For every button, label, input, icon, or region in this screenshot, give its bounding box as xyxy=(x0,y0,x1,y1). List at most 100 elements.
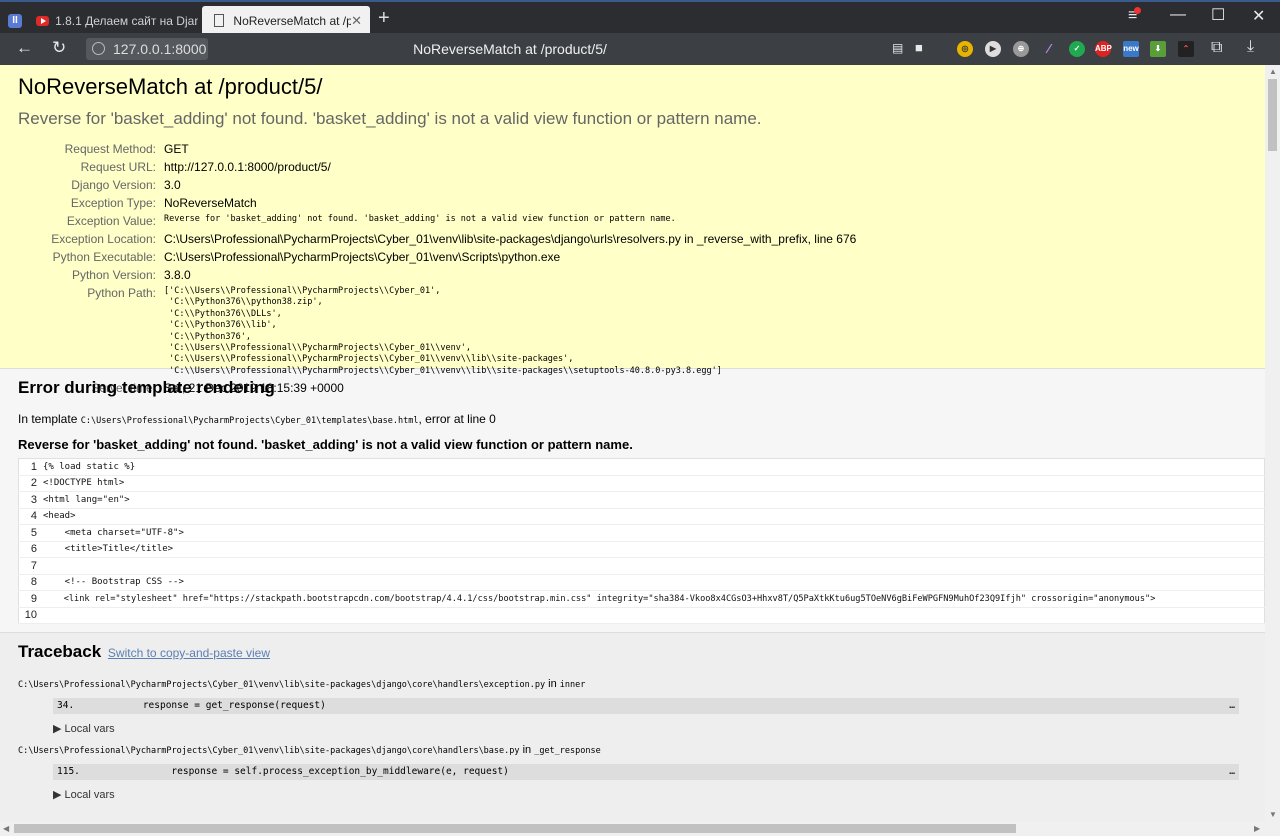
line-number: 9 xyxy=(18,590,43,608)
expand-context-icon[interactable]: … xyxy=(1229,764,1235,780)
frame-indent xyxy=(74,700,143,711)
local-vars-toggle[interactable]: ▶ Local vars xyxy=(53,722,1247,735)
reader-mode-icon[interactable]: ▤ xyxy=(892,41,903,55)
line-code: <!DOCTYPE html> xyxy=(43,475,1265,492)
new-badge-icon[interactable]: new xyxy=(1123,41,1139,57)
adblock-icon[interactable]: ABP xyxy=(1095,41,1112,57)
tab-title: NoReverseMatch at /product xyxy=(233,13,352,28)
error-heading: NoReverseMatch at /product/5/ xyxy=(18,74,323,99)
frame-header: C:\Users\Professional\PycharmProjects\Cy… xyxy=(18,744,1247,756)
exception-message: Reverse for 'basket_adding' not found. '… xyxy=(18,109,762,128)
vertical-scrollbar[interactable]: ▲ ▼ xyxy=(1265,65,1280,821)
bookmark-icon[interactable]: ■ xyxy=(915,40,923,55)
frame-context-line[interactable]: 34. response = get_response(request)… xyxy=(53,698,1239,714)
source-line: 6 <title>Title</title> xyxy=(18,541,1265,558)
frame-file-path: C:\Users\Professional\PycharmProjects\Cy… xyxy=(18,746,520,756)
info-row: Django Version: 3.0 xyxy=(26,177,856,195)
scroll-up-icon[interactable]: ▲ xyxy=(1269,67,1277,76)
vertical-scroll-thumb[interactable] xyxy=(1268,79,1277,151)
sidebar-toggle-button[interactable]: II xyxy=(6,6,24,35)
info-label: Python Path: xyxy=(87,286,156,300)
minimize-icon[interactable]: — xyxy=(1170,6,1186,24)
traceback-section: Traceback Switch to copy-and-paste view … xyxy=(0,633,1265,821)
close-tab-icon[interactable]: ✕ xyxy=(351,13,362,29)
play-icon[interactable]: ▶ xyxy=(985,41,1001,57)
horizontal-scroll-thumb[interactable] xyxy=(14,824,1016,833)
pause-icon: II xyxy=(8,13,22,28)
url-text: 127.0.0.1:8000 xyxy=(113,41,207,57)
template-error-message: Reverse for 'basket_adding' not found. '… xyxy=(18,437,633,452)
url-field[interactable]: 127.0.0.1:8000 xyxy=(86,38,208,60)
browser-tab-1[interactable]: 1.8.1 Делаем сайт на Djang xyxy=(30,6,198,35)
globe-extension-icon[interactable]: ⊕ xyxy=(1013,41,1029,57)
line-code: {% load static %} xyxy=(43,458,1265,476)
info-value: NoReverseMatch xyxy=(164,196,257,210)
address-page-title: NoReverseMatch at /product/5/ xyxy=(413,41,607,57)
line-number: 5 xyxy=(18,524,43,542)
line-code: <html lang="en"> xyxy=(43,491,1265,509)
info-label: Python Executable: xyxy=(52,250,156,264)
info-row: Request Method: GET xyxy=(26,141,856,159)
info-row: Exception Location: C:\Users\Professional… xyxy=(26,231,856,249)
line-number: 10 xyxy=(18,607,43,624)
source-line: 9 <link rel="stylesheet" href="https://s… xyxy=(18,590,1265,608)
info-value: GET xyxy=(164,142,189,156)
frame-code: response = self.process_exception_by_mid… xyxy=(171,766,509,777)
python-path-value: ['C:\\Users\\Professional\\PycharmProjec… xyxy=(164,286,722,376)
line-number: 4 xyxy=(18,508,43,525)
chevron-up-icon[interactable]: ⌃ xyxy=(1178,41,1194,57)
info-label: Exception Location: xyxy=(51,232,156,246)
frame-file-path: C:\Users\Professional\PycharmProjects\Cy… xyxy=(18,680,546,690)
download-icon[interactable]: ⤓ xyxy=(1247,38,1254,56)
line-number: 3 xyxy=(18,491,43,509)
expand-context-icon[interactable]: … xyxy=(1229,698,1235,714)
document-icon xyxy=(214,14,225,27)
source-line: 10 xyxy=(18,607,1265,624)
source-line: 2 <!DOCTYPE html> xyxy=(18,475,1265,492)
line-number: 7 xyxy=(18,557,43,575)
browser-tab-2[interactable]: NoReverseMatch at /product ✕ xyxy=(202,6,370,35)
line-code: <title>Title</title> xyxy=(43,541,1265,558)
scroll-right-icon[interactable]: ▶ xyxy=(1254,824,1260,833)
info-label: Django Version: xyxy=(71,178,156,192)
frame-in-word: in xyxy=(522,744,532,756)
info-value: 3.8.0 xyxy=(164,268,191,282)
line-code xyxy=(43,607,1265,624)
line-number: 1 xyxy=(18,458,43,476)
feather-icon[interactable]: ∕ xyxy=(1041,41,1057,57)
info-value: 3.0 xyxy=(164,178,181,192)
frame-line-number: 115. xyxy=(57,766,80,777)
info-value: C:\Users\Professional\PycharmProjects\Cy… xyxy=(164,250,561,264)
menu-icon[interactable]: ≡ xyxy=(1128,7,1142,25)
scroll-left-icon[interactable]: ◀ xyxy=(3,824,9,833)
shield-icon[interactable]: ✓ xyxy=(1069,41,1085,57)
frame-context-line[interactable]: 115. response = self.process_exception_b… xyxy=(53,764,1239,780)
scroll-down-icon[interactable]: ▼ xyxy=(1269,810,1277,819)
snapshot-icon[interactable]: ⧉ xyxy=(1211,39,1222,57)
back-arrow-icon[interactable]: ← xyxy=(16,38,33,58)
source-line: 1 {% load static %} xyxy=(18,458,1265,476)
extension-icon[interactable]: ◎ xyxy=(957,41,973,57)
frame-function: inner xyxy=(559,680,586,690)
close-window-icon[interactable]: ✕ xyxy=(1252,6,1265,26)
horizontal-scrollbar[interactable]: ◀ ▶ xyxy=(0,821,1280,836)
line-number: 2 xyxy=(18,475,43,492)
local-vars-toggle[interactable]: ▶ Local vars xyxy=(53,788,1247,801)
maximize-icon[interactable]: ☐ xyxy=(1211,5,1225,25)
new-tab-button[interactable]: + xyxy=(378,7,390,30)
address-bar: ← ↻ 127.0.0.1:8000 NoReverseMatch at /pr… xyxy=(0,33,1280,65)
info-row: Exception Value: Reverse for 'basket_addi… xyxy=(26,213,856,231)
traceback-heading: Traceback Switch to copy-and-paste view xyxy=(18,642,1247,662)
browser-tab-strip: II 1.8.1 Делаем сайт на Djang NoReverseM… xyxy=(0,0,1280,35)
info-row: Python Path: ['C:\\Users\\Professional\\P… xyxy=(26,285,856,380)
download-helper-icon[interactable]: ⬇ xyxy=(1150,41,1166,57)
globe-icon xyxy=(92,42,105,55)
frame-code: response = get_response(request) xyxy=(142,700,326,711)
tab-title: 1.8.1 Делаем сайт на Djang xyxy=(55,13,198,28)
line-code: <link rel="stylesheet" href="https://sta… xyxy=(43,590,1265,608)
info-value: Reverse for 'basket_adding' not found. '… xyxy=(164,214,676,224)
page-content: NoReverseMatch at /product/5/ Reverse fo… xyxy=(0,65,1265,821)
source-line: 3 <html lang="en"> xyxy=(18,491,1265,509)
switch-to-copy-paste-link[interactable]: Switch to copy-and-paste view xyxy=(108,646,270,660)
reload-icon[interactable]: ↻ xyxy=(52,38,66,58)
